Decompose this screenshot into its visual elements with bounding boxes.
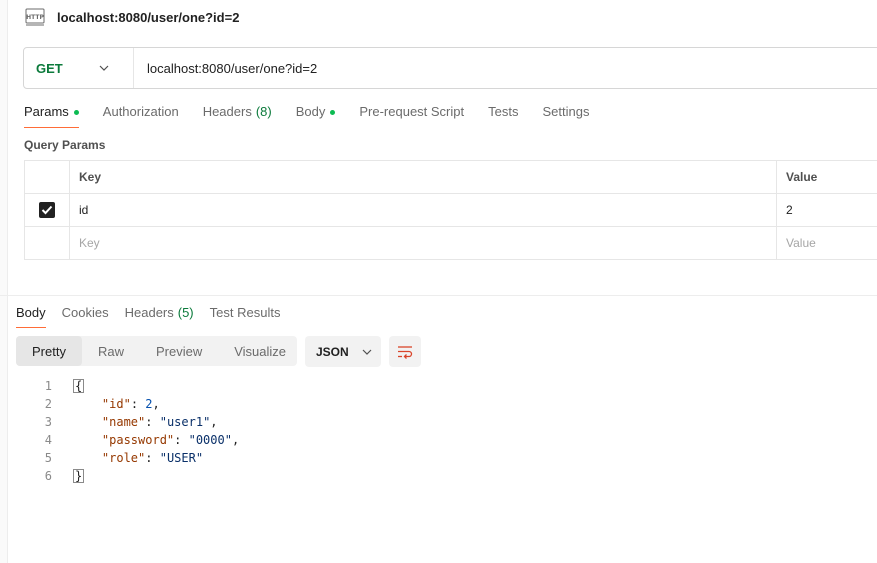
tab-test-results[interactable]: Test Results	[210, 302, 281, 328]
column-header-key: Key	[69, 160, 777, 194]
response-headers-count: (5)	[177, 305, 194, 320]
code-line: 2 "id": 2,	[30, 395, 239, 413]
json-key: "id"	[101, 397, 131, 411]
status-dot	[330, 110, 336, 115]
param-key-cell[interactable]: id	[69, 193, 777, 227]
json-key: "role"	[101, 451, 146, 465]
code-line: 5 "role": "USER"	[30, 449, 239, 467]
open-brace: {	[73, 379, 85, 393]
view-preview-button[interactable]: Preview	[140, 336, 218, 366]
view-mode-toggle: Pretty Raw Preview Visualize	[16, 336, 297, 366]
tab-response-headers[interactable]: Headers (5)	[125, 302, 194, 328]
tab-pre-request-script[interactable]: Pre-request Script	[359, 100, 464, 128]
param-value-cell[interactable]: 2	[776, 193, 877, 227]
table-header-row: Key Value	[24, 160, 877, 194]
wrap-lines-icon	[398, 345, 413, 359]
response-body-code[interactable]: 1 { 2 "id": 2, 3 "name": "user1", 4 "pas…	[30, 377, 239, 485]
request-header: HTTP localhost:8080/user/one?id=2	[24, 5, 239, 29]
headers-count: (8)	[255, 104, 272, 119]
request-title[interactable]: localhost:8080/user/one?id=2	[57, 10, 239, 25]
table-row-empty: Key Value	[24, 226, 877, 260]
close-brace: }	[73, 469, 85, 483]
wrap-lines-button[interactable]	[389, 336, 421, 367]
line-number: 1	[44, 379, 52, 393]
param-enabled-checkbox[interactable]	[39, 202, 55, 218]
new-key-input[interactable]: Key	[69, 226, 777, 260]
tab-body[interactable]: Body	[296, 100, 336, 128]
json-key: "password"	[101, 433, 175, 447]
view-pretty-button[interactable]: Pretty	[16, 336, 82, 366]
view-raw-button[interactable]: Raw	[82, 336, 140, 366]
chevron-down-icon	[362, 349, 372, 355]
tab-response-body[interactable]: Body	[16, 302, 46, 328]
json-value: "USER"	[159, 451, 204, 465]
line-number: 2	[44, 397, 52, 411]
line-number: 6	[44, 469, 52, 483]
chevron-down-icon	[99, 65, 109, 71]
code-line: 4 "password": "0000",	[30, 431, 239, 449]
tab-authorization[interactable]: Authorization	[103, 100, 179, 128]
tab-settings[interactable]: Settings	[542, 100, 589, 128]
line-number: 3	[44, 415, 52, 429]
json-value: "user1"	[159, 415, 211, 429]
url-input[interactable]	[134, 48, 877, 88]
tab-tests[interactable]: Tests	[488, 100, 518, 128]
table-row: id 2	[24, 193, 877, 227]
panel-divider[interactable]	[0, 295, 877, 296]
new-value-input[interactable]: Value	[776, 226, 877, 260]
code-line: 3 "name": "user1",	[30, 413, 239, 431]
check-icon	[41, 205, 53, 215]
line-number: 4	[44, 433, 52, 447]
json-value: 2	[145, 397, 153, 411]
url-bar: GET	[23, 47, 877, 89]
method-select[interactable]: GET	[24, 48, 134, 88]
svg-text:HTTP: HTTP	[26, 14, 44, 21]
format-select[interactable]: JSON	[305, 336, 381, 367]
json-key: "name"	[101, 415, 146, 429]
request-tabs: Params Authorization Headers (8) Body Pr…	[24, 100, 613, 128]
view-visualize-button[interactable]: Visualize	[218, 336, 302, 366]
code-line: 1 {	[30, 377, 239, 395]
query-params-title: Query Params	[24, 138, 106, 152]
code-line: 6 }	[30, 467, 239, 485]
tab-params[interactable]: Params	[24, 100, 79, 128]
http-request-icon: HTTP	[24, 6, 46, 28]
left-sidebar-rail	[0, 0, 8, 563]
json-value: "0000"	[188, 433, 232, 447]
tab-headers[interactable]: Headers (8)	[203, 100, 272, 128]
column-header-value: Value	[776, 160, 877, 194]
query-params-table: Key Value id 2 Key Value	[24, 160, 877, 260]
tab-cookies[interactable]: Cookies	[62, 302, 109, 328]
method-label: GET	[36, 60, 63, 76]
response-tabs: Body Cookies Headers (5) Test Results	[16, 302, 296, 328]
format-label: JSON	[316, 344, 349, 359]
line-number: 5	[44, 451, 52, 465]
status-dot	[73, 110, 79, 115]
